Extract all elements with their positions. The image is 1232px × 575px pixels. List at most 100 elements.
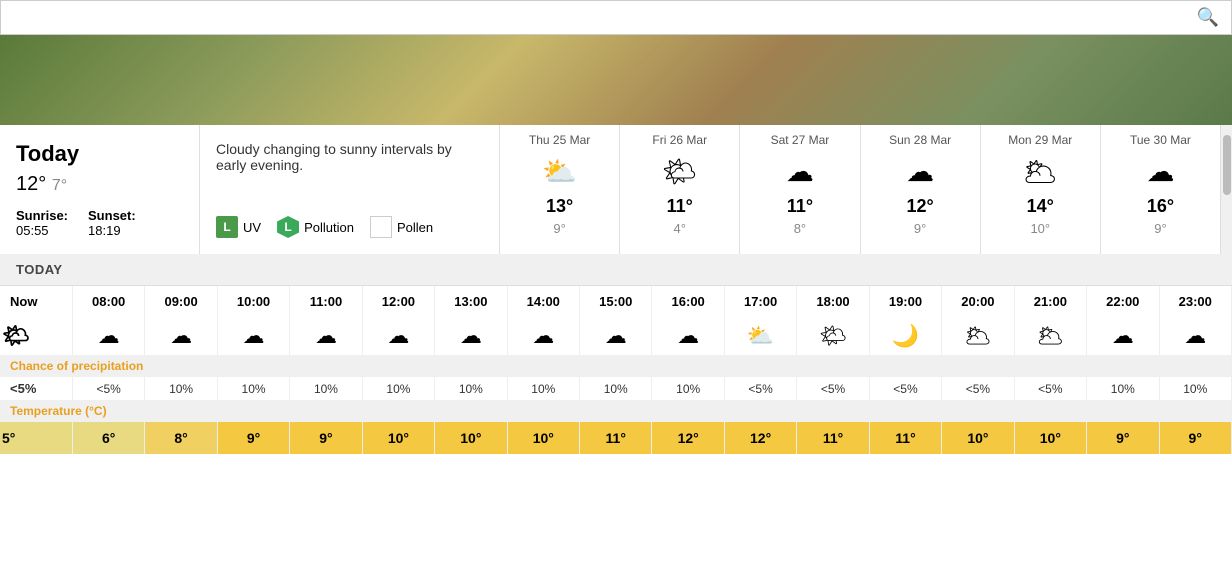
temp-val-13: 10° xyxy=(942,422,1014,454)
forecast-date: Fri 26 Mar xyxy=(652,133,707,147)
forecast-days: Thu 25 Mar ⛅ 13° 9° Fri 26 Mar 🌤 11° 4° … xyxy=(500,125,1220,254)
uv-badge: L UV xyxy=(216,216,261,238)
precip-val-6: 10% xyxy=(435,377,507,400)
hour-icon-2: ☁ xyxy=(145,317,217,355)
hour-icon-13: 🌥 xyxy=(942,317,1014,355)
scrollbar-thumb xyxy=(1223,135,1231,195)
hour-label-2: 09:00 xyxy=(145,286,217,317)
forecast-date: Sat 27 Mar xyxy=(771,133,830,147)
forecast-day-0[interactable]: Thu 25 Mar ⛅ 13° 9° xyxy=(500,125,620,254)
hero-image xyxy=(0,35,1232,125)
hour-icon-16: ☁ xyxy=(1159,317,1232,355)
hour-icon-12: 🌙 xyxy=(869,317,941,355)
search-button[interactable]: 🔍 xyxy=(1197,7,1219,28)
forecast-day-5[interactable]: Tue 30 Mar ☁ 16° 9° xyxy=(1101,125,1220,254)
today-high: 12° xyxy=(16,173,46,195)
hourly-table: Now08:0009:0010:0011:0012:0013:0014:0015… xyxy=(0,286,1232,454)
forecast-date: Thu 25 Mar xyxy=(529,133,590,147)
sunrise-time: 05:55 xyxy=(16,223,68,238)
forecast-icon: ☁ xyxy=(786,155,814,188)
today-description-panel: Cloudy changing to sunny intervals by ea… xyxy=(200,125,500,254)
forecast-high: 16° xyxy=(1147,196,1174,217)
scrollbar[interactable] xyxy=(1220,125,1232,254)
pollution-icon: L xyxy=(277,216,299,238)
temp-val-4: 9° xyxy=(290,422,362,454)
temp-val-1: 6° xyxy=(72,422,144,454)
forecast-high: 11° xyxy=(787,196,813,217)
pollution-badge: L Pollution xyxy=(277,216,354,238)
hour-label-12: 19:00 xyxy=(869,286,941,317)
forecast-icon: ☁ xyxy=(906,155,934,188)
today-low: 7° xyxy=(52,177,67,194)
hour-label-1: 08:00 xyxy=(72,286,144,317)
hour-icon-15: ☁ xyxy=(1087,317,1159,355)
precip-val-0: <5% xyxy=(0,377,72,400)
sunset-time: 18:19 xyxy=(88,223,136,238)
pollen-label: Pollen xyxy=(397,220,433,235)
sunrise-label: Sunrise: xyxy=(16,208,68,223)
forecast-day-3[interactable]: Sun 28 Mar ☁ 12° 9° xyxy=(861,125,981,254)
precip-val-3: 10% xyxy=(217,377,289,400)
precip-val-12: <5% xyxy=(869,377,941,400)
temp-val-9: 12° xyxy=(652,422,724,454)
precip-val-2: 10% xyxy=(145,377,217,400)
temp-val-8: 11° xyxy=(580,422,652,454)
hour-icon-1: ☁ xyxy=(72,317,144,355)
hour-icon-10: ⛅ xyxy=(724,317,796,355)
hourly-section: TODAY Now08:0009:0010:0011:0012:0013:001… xyxy=(0,254,1232,454)
precip-val-10: <5% xyxy=(724,377,796,400)
precip-label: Chance of precipitation xyxy=(0,355,1232,377)
forecast-icon: 🌤 xyxy=(662,155,698,188)
temp-val-10: 12° xyxy=(724,422,796,454)
precip-val-9: 10% xyxy=(652,377,724,400)
precip-val-15: 10% xyxy=(1087,377,1159,400)
hour-icon-6: ☁ xyxy=(435,317,507,355)
search-input[interactable]: Lewisham (Greater London) xyxy=(13,7,1197,28)
temp-val-16: 9° xyxy=(1159,422,1232,454)
forecast-day-2[interactable]: Sat 27 Mar ☁ 11° 8° xyxy=(740,125,860,254)
forecast-icon: ⛅ xyxy=(542,155,577,188)
hourly-header: TODAY xyxy=(0,254,1232,286)
forecast-date: Sun 28 Mar xyxy=(889,133,951,147)
temp-val-7: 10° xyxy=(507,422,579,454)
search-bar: Lewisham (Greater London) 🔍 xyxy=(0,0,1232,35)
precip-val-11: <5% xyxy=(797,377,869,400)
hour-label-9: 16:00 xyxy=(652,286,724,317)
today-title: Today xyxy=(16,141,183,167)
precip-val-16: 10% xyxy=(1159,377,1232,400)
precip-val-14: <5% xyxy=(1014,377,1086,400)
hour-icon-0: 🌤 xyxy=(0,317,72,355)
temp-val-3: 9° xyxy=(217,422,289,454)
forecast-high: 13° xyxy=(546,196,573,217)
forecast-icon: ☁ xyxy=(1146,155,1174,188)
precip-val-7: 10% xyxy=(507,377,579,400)
precip-val-8: 10% xyxy=(580,377,652,400)
temp-label: Temperature (°C) xyxy=(0,400,1232,422)
pollution-label: Pollution xyxy=(304,220,354,235)
forecast-date: Mon 29 Mar xyxy=(1008,133,1072,147)
hour-label-13: 20:00 xyxy=(942,286,1014,317)
hour-label-10: 17:00 xyxy=(724,286,796,317)
forecast-day-4[interactable]: Mon 29 Mar 🌥 14° 10° xyxy=(981,125,1101,254)
forecast-low: 4° xyxy=(674,221,686,236)
hour-label-6: 13:00 xyxy=(435,286,507,317)
hour-label-16: 23:00 xyxy=(1159,286,1232,317)
hour-icon-3: ☁ xyxy=(217,317,289,355)
hour-icon-4: ☁ xyxy=(290,317,362,355)
hour-label-5: 12:00 xyxy=(362,286,434,317)
precip-val-13: <5% xyxy=(942,377,1014,400)
forecast-low: 9° xyxy=(914,221,926,236)
hour-icon-8: ☁ xyxy=(580,317,652,355)
today-temps: 12° 7° xyxy=(16,173,183,196)
forecast-day-1[interactable]: Fri 26 Mar 🌤 11° 4° xyxy=(620,125,740,254)
hour-label-15: 22:00 xyxy=(1087,286,1159,317)
badges-row: L UV L Pollution Pollen xyxy=(216,216,483,238)
today-card: Today 12° 7° Sunrise: 05:55 Sunset: 18:1… xyxy=(0,125,200,254)
hour-label-11: 18:00 xyxy=(797,286,869,317)
forecast-high: 14° xyxy=(1027,196,1054,217)
temp-val-14: 10° xyxy=(1014,422,1086,454)
temp-val-2: 8° xyxy=(145,422,217,454)
precip-val-1: <5% xyxy=(72,377,144,400)
temp-val-5: 10° xyxy=(362,422,434,454)
precip-val-5: 10% xyxy=(362,377,434,400)
